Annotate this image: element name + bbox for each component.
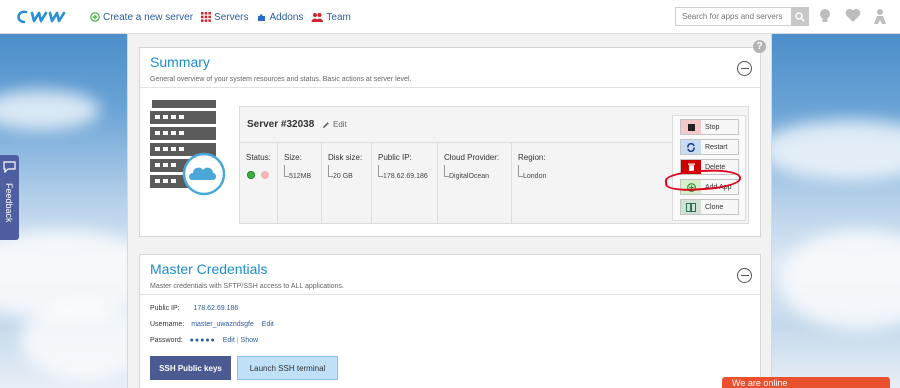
feedback-label: Feedback: [4, 183, 14, 223]
credential-ip-value: 178.62.69.186: [193, 305, 239, 312]
server-edit-link[interactable]: Edit: [322, 120, 347, 129]
summary-subtitle: General overview of your system resource…: [150, 76, 412, 83]
nav-servers-label: Servers: [214, 11, 249, 23]
server-rack-icon: [150, 100, 226, 196]
disk-label: Disk size:: [328, 153, 363, 162]
credential-ip-label: Public IP:: [150, 305, 180, 312]
pencil-icon: [323, 121, 329, 128]
credential-username-label: Username:: [150, 321, 185, 328]
credential-username-value: master_uwazndsgfe: [191, 321, 254, 328]
chat-bubble-icon: [3, 161, 16, 173]
credentials-collapse-button[interactable]: [737, 268, 752, 283]
server-actions: Stop Restart Delete Add App Clone: [672, 115, 746, 221]
server-panel: Server #32038 Edit Status: Size: 512MB D…: [239, 106, 749, 224]
ip-value: 178.62.69.186: [378, 165, 428, 180]
status-offline-dot: [261, 171, 269, 179]
live-chat-tab[interactable]: We are online: [722, 377, 890, 388]
nav-addons[interactable]: Addons: [257, 11, 304, 23]
launch-ssh-terminal-button[interactable]: Launch SSH terminal: [237, 356, 338, 380]
ssh-public-keys-button[interactable]: SSH Public keys: [150, 356, 231, 380]
restart-icon: [681, 140, 701, 154]
background-cloud: [760, 120, 900, 180]
status-col: Status:: [240, 143, 278, 223]
bulb-icon[interactable]: [818, 8, 832, 24]
credentials-header: Master Credentials Master credentials wi…: [140, 255, 760, 295]
password-separator: |: [236, 337, 239, 344]
username-edit-link[interactable]: Edit: [262, 321, 274, 328]
credential-username-row: Username: master_uwazndsgfe Edit: [150, 321, 274, 328]
background-cloud: [0, 90, 100, 130]
provider-value: DigitalOcean: [444, 165, 489, 180]
credential-password-value: ●●●●●: [189, 337, 216, 344]
search-icon: [795, 11, 805, 22]
disk-value: 20 GB: [328, 165, 353, 180]
stop-icon: [681, 120, 701, 134]
restart-label: Restart: [705, 143, 728, 151]
password-edit-link[interactable]: Edit: [223, 337, 235, 344]
credentials-title: Master Credentials: [150, 261, 268, 277]
nav-team[interactable]: Team: [311, 11, 351, 23]
feedback-tab[interactable]: Feedback: [0, 155, 19, 240]
credential-password-row: Password: ●●●●● Edit | Show: [150, 337, 258, 344]
main-content: Summary General overview of your system …: [127, 34, 772, 388]
clone-button[interactable]: Clone: [680, 199, 739, 215]
summary-title: Summary: [150, 54, 210, 70]
stop-button[interactable]: Stop: [680, 119, 739, 135]
disk-col: Disk size: 20 GB: [322, 143, 372, 223]
size-col: Size: 512MB: [278, 143, 322, 223]
puzzle-icon: [257, 14, 265, 21]
main-nav: Create a new server Servers Addons Team: [90, 0, 351, 34]
size-label: Size:: [284, 153, 302, 162]
stop-label: Stop: [705, 123, 720, 131]
size-value: 512MB: [284, 165, 311, 180]
servers-grid-icon: [201, 12, 211, 22]
status-label: Status:: [246, 153, 271, 162]
credentials-card: Master Credentials Master credentials wi…: [139, 254, 761, 388]
server-name: Server #32038: [247, 119, 315, 130]
cloudways-logo[interactable]: [12, 7, 78, 27]
provider-col: Cloud Provider: DigitalOcean: [438, 143, 512, 223]
password-show-link[interactable]: Show: [241, 337, 259, 344]
clone-label: Clone: [705, 203, 724, 211]
server-edit-label: Edit: [333, 120, 347, 129]
provider-label: Cloud Provider:: [444, 153, 500, 162]
ip-label: Public IP:: [378, 153, 412, 162]
search-input[interactable]: [675, 7, 791, 26]
search-button[interactable]: [791, 7, 809, 26]
help-icon[interactable]: ?: [753, 40, 766, 53]
user-icon[interactable]: [873, 8, 887, 24]
status-online-dot: [247, 171, 255, 179]
credential-password-label: Password:: [150, 337, 183, 344]
credentials-subtitle: Master credentials with SFTP/SSH access …: [150, 283, 344, 290]
background-cloud: [780, 230, 900, 330]
summary-collapse-button[interactable]: [737, 61, 752, 76]
region-value: London: [518, 165, 546, 180]
nav-create-server[interactable]: Create a new server: [90, 12, 193, 23]
clone-icon: [681, 200, 701, 214]
ip-col: Public IP: 178.62.69.186: [372, 143, 438, 223]
nav-create-server-label: Create a new server: [103, 11, 194, 23]
heart-icon[interactable]: [845, 8, 861, 23]
nav-addons-label: Addons: [269, 11, 304, 23]
nav-servers[interactable]: Servers: [201, 11, 249, 23]
server-info-row: Status: Size: 512MB Disk size: 20 GB Pub…: [240, 142, 672, 223]
restart-button[interactable]: Restart: [680, 139, 739, 155]
credential-ip-row: Public IP: 178.62.69.186: [150, 305, 238, 312]
plus-circle-icon: [90, 12, 100, 22]
nav-team-label: Team: [326, 11, 351, 23]
summary-card: Summary General overview of your system …: [139, 47, 761, 237]
team-icon: [311, 13, 324, 22]
top-bar: Create a new server Servers Addons Team …: [0, 0, 900, 34]
live-chat-label: We are online: [732, 378, 788, 388]
region-label: Region:: [518, 153, 546, 162]
summary-header: Summary General overview of your system …: [140, 48, 760, 88]
region-col: Region: London: [512, 143, 672, 223]
